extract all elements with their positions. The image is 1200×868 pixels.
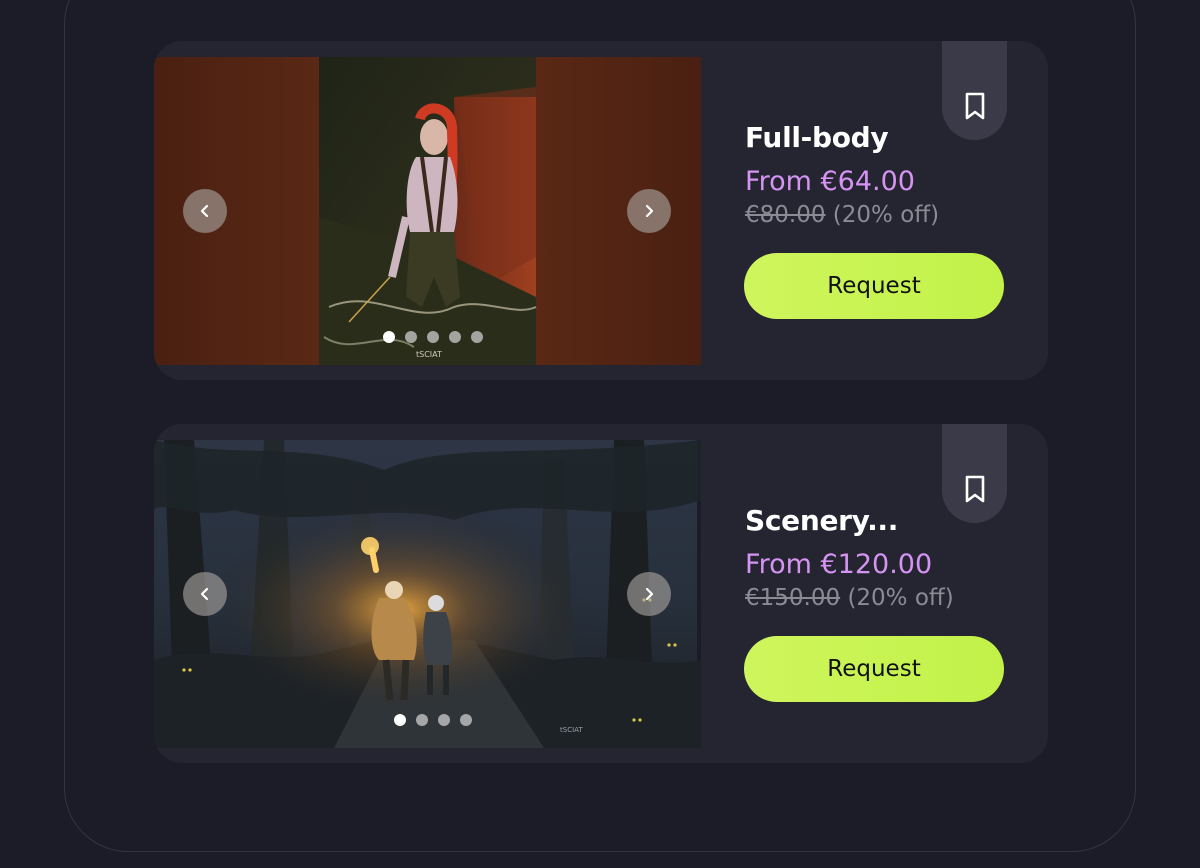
- artwork-image: tSCIAT: [154, 57, 701, 365]
- bookmark-icon: [965, 475, 984, 503]
- product-title: Scenery...: [745, 504, 899, 537]
- carousel-dot[interactable]: [471, 331, 483, 343]
- bookmark-button[interactable]: [942, 424, 1007, 523]
- chevron-left-icon: [200, 587, 209, 601]
- product-price: From €64.00: [745, 166, 915, 197]
- discount-line: €150.00 (20% off): [745, 585, 954, 611]
- bookmark-icon: [965, 92, 984, 120]
- carousel-prev-button[interactable]: [183, 572, 227, 616]
- carousel-next-button[interactable]: [627, 572, 671, 616]
- artwork-image: tSCIAT: [154, 440, 701, 748]
- carousel-dot[interactable]: [394, 714, 406, 726]
- carousel-dot[interactable]: [416, 714, 428, 726]
- chevron-left-icon: [200, 204, 209, 218]
- carousel-dots: [394, 714, 472, 726]
- carousel-dot[interactable]: [383, 331, 395, 343]
- chevron-right-icon: [645, 587, 654, 601]
- artwork-signature: tSCIAT: [416, 350, 442, 359]
- image-carousel[interactable]: tSCIAT: [154, 57, 701, 365]
- carousel-prev-button[interactable]: [183, 189, 227, 233]
- discount-percent: (20% off): [832, 202, 940, 228]
- discount-line: €80.00 (20% off): [745, 202, 939, 228]
- image-carousel[interactable]: tSCIAT: [154, 440, 701, 748]
- product-price: From €120.00: [745, 549, 933, 580]
- request-button[interactable]: Request: [744, 253, 1004, 319]
- carousel-dot[interactable]: [449, 331, 461, 343]
- product-title: Full-body: [745, 121, 889, 154]
- bookmark-button[interactable]: [942, 41, 1007, 140]
- original-price: €80.00: [745, 202, 826, 228]
- carousel-dots: [383, 331, 483, 343]
- product-card-scenery: tSCIAT Scenery... From €120.00 €150.00 (…: [154, 424, 1048, 763]
- discount-percent: (20% off): [847, 585, 954, 611]
- carousel-next-button[interactable]: [627, 189, 671, 233]
- original-price: €150.00: [745, 585, 841, 611]
- carousel-dot[interactable]: [427, 331, 439, 343]
- request-button[interactable]: Request: [744, 636, 1004, 702]
- carousel-dot[interactable]: [405, 331, 417, 343]
- carousel-dot[interactable]: [460, 714, 472, 726]
- product-card-full-body: tSCIAT Full-body From €64.00 €80.00 (20%…: [154, 41, 1048, 380]
- artwork-signature: tSCIAT: [560, 726, 583, 734]
- carousel-dot[interactable]: [438, 714, 450, 726]
- chevron-right-icon: [645, 204, 654, 218]
